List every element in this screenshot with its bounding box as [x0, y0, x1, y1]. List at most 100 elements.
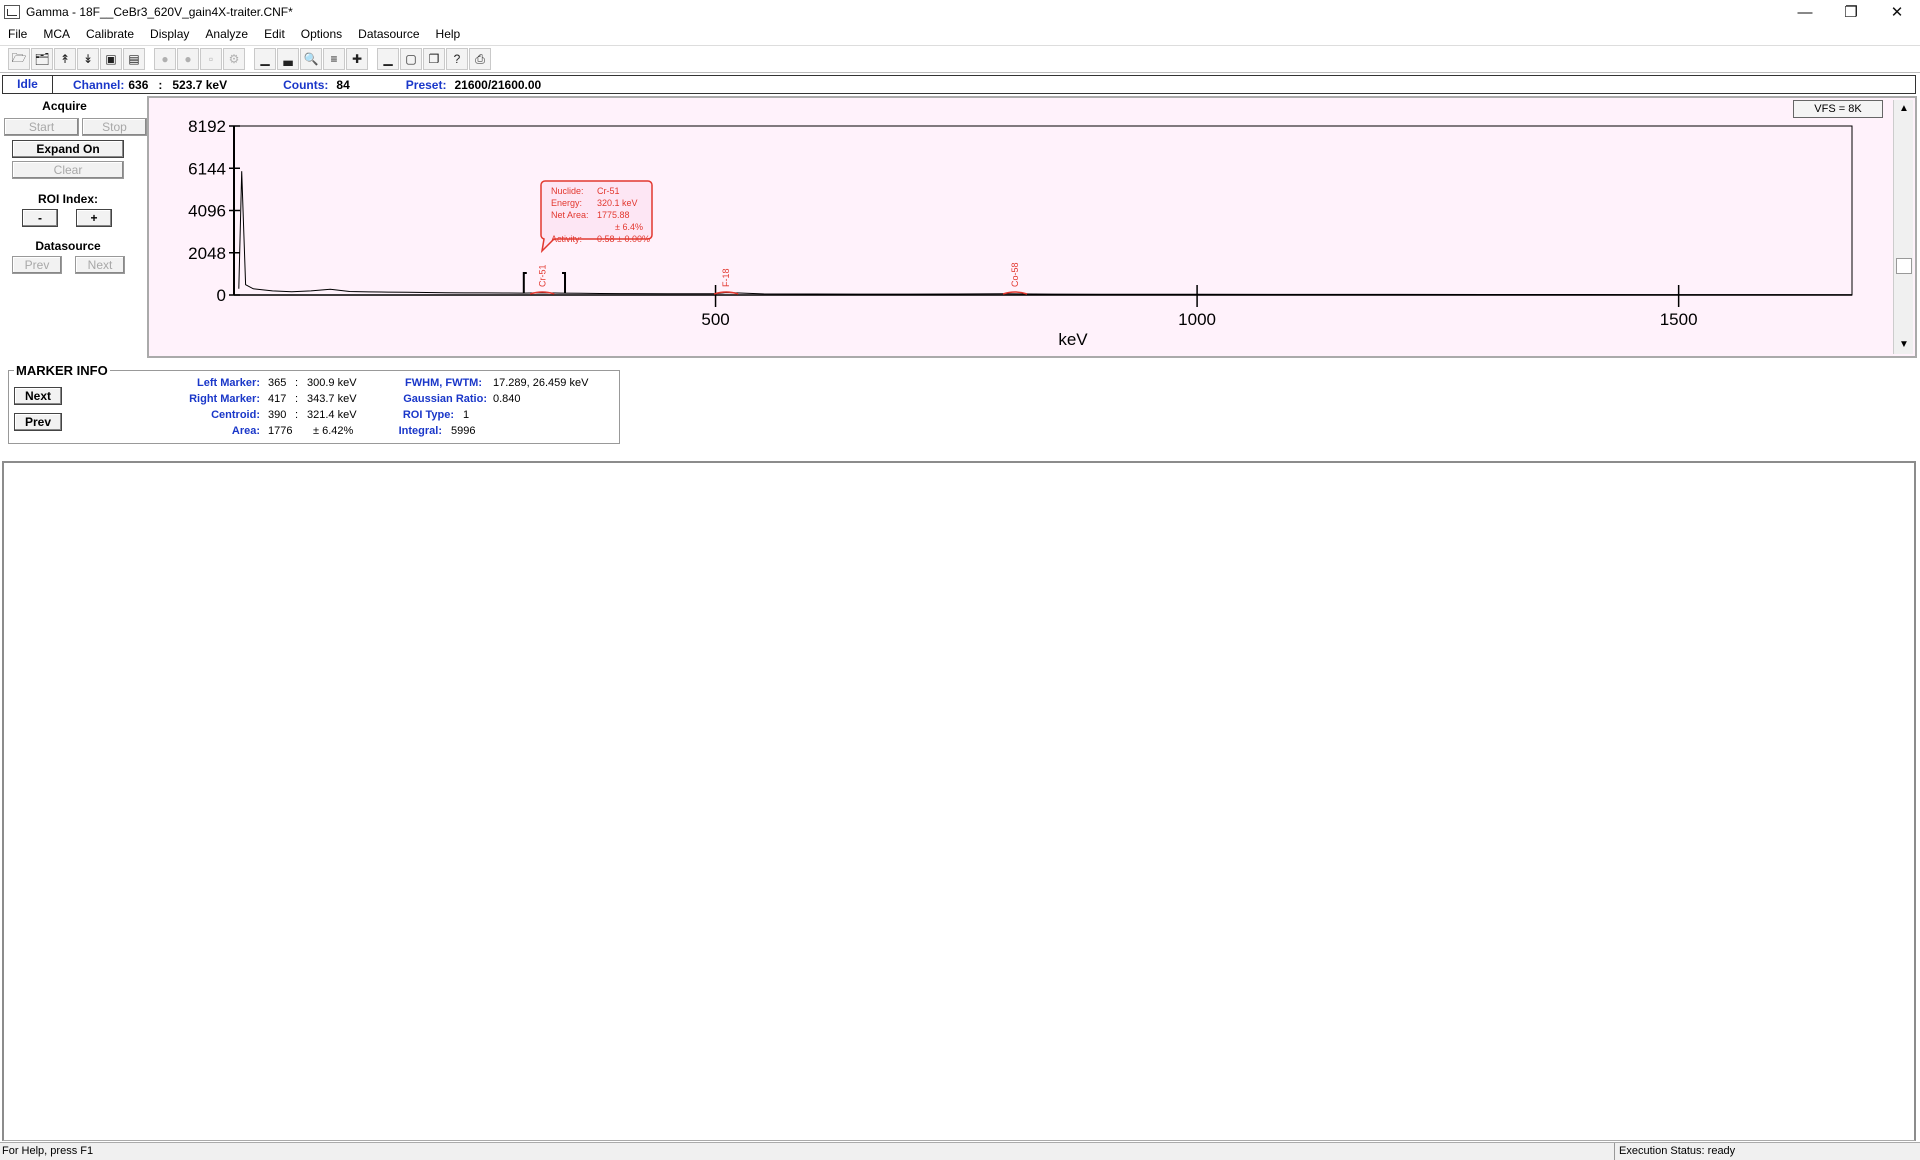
channel-energy: 523.7 keV — [172, 77, 228, 92]
scroll-up-icon[interactable]: ▲ — [1897, 102, 1911, 116]
roi-type-value: 1 — [463, 409, 470, 421]
centroid-label: Centroid: — [211, 409, 260, 421]
start-button[interactable]: Start — [4, 118, 79, 136]
expand-on-button[interactable]: Expand On — [12, 140, 124, 158]
status-bar: For Help, press F1 Execution Status: rea… — [0, 1142, 1920, 1160]
menu-analyze[interactable]: Analyze — [197, 27, 256, 41]
preset-label: Preset: — [405, 77, 447, 92]
spectrum-lin-icon[interactable]: ▁ — [254, 48, 276, 70]
menu-datasource[interactable]: Datasource — [350, 27, 427, 41]
peak-label: F-18 — [721, 268, 731, 287]
view-minimize-icon[interactable]: ▁ — [377, 48, 399, 70]
area-label: Area: — [231, 425, 260, 437]
centroid-energy: 321.4 keV — [307, 409, 357, 421]
open-folder-icon[interactable]: 🗂 — [31, 48, 53, 70]
area-value: 1776 — [268, 425, 293, 437]
start-acq-icon[interactable]: ● — [154, 48, 176, 70]
menu-help[interactable]: Help — [428, 27, 469, 41]
right-marker-label: Right Marker: — [189, 393, 260, 405]
integral-value: 5996 — [451, 425, 476, 437]
view-maximize-icon[interactable]: ▢ — [400, 48, 422, 70]
roi-next-button[interactable]: + — [76, 209, 112, 227]
view-tile-icon[interactable]: ❐ — [423, 48, 445, 70]
plot-frame — [233, 125, 1853, 296]
y-tick-label: 4096 — [188, 202, 226, 221]
menu-options[interactable]: Options — [293, 27, 350, 41]
datasource-next-button[interactable]: Next — [75, 256, 125, 274]
left-marker-channel: 365 — [268, 377, 287, 389]
status-idle: Idle — [3, 76, 53, 93]
report-icon[interactable]: ▤ — [123, 48, 145, 70]
restore-icon[interactable]: ❐ — [1828, 0, 1874, 24]
stop-button[interactable]: Stop — [82, 118, 147, 136]
tooltip-label: Activity: — [551, 234, 582, 244]
scroll-down-icon[interactable]: ▼ — [1897, 338, 1911, 352]
vertical-scale-scrollbar[interactable]: ▲ ▼ — [1893, 100, 1913, 354]
spectrum-series-line — [238, 171, 1853, 296]
preset-icon[interactable]: ⚙ — [223, 48, 245, 70]
tooltip-value: 1775.88 — [597, 210, 630, 220]
marker-prev-button[interactable]: Prev — [14, 413, 62, 431]
toolbar: 🗁 🗂 ↟ ↡ ▣ ▤ ● ● ▫ ⚙ ▁ ▃ 🔍 ≡ ✚ ▁ ▢ ❐ ? ⎙ — [0, 45, 1920, 73]
spectrum-plot[interactable]: 0 2048 4096 6144 8192 500 1000 1500 keV Cr-51 F-18… — [147, 96, 1892, 358]
x-tick-label: 500 — [701, 310, 729, 329]
spectrum-log-icon[interactable]: ▃ — [277, 48, 299, 70]
counts-label: Counts: — [283, 77, 329, 92]
datasource-prev-button[interactable]: Prev — [12, 256, 62, 274]
right-marker-energy: 343.7 keV — [307, 393, 357, 405]
fwhm-label: FWHM, FWTM: — [405, 377, 482, 389]
gaussian-ratio-value: 0.840 — [493, 393, 521, 405]
vfs-indicator[interactable]: VFS = 8K — [1793, 100, 1883, 118]
menu-calibrate[interactable]: Calibrate — [78, 27, 142, 41]
y-tick-label: 8192 — [188, 117, 226, 136]
close-icon[interactable]: ✕ — [1874, 0, 1920, 24]
window-controls: — ❐ ✕ — [1782, 0, 1920, 24]
menu-edit[interactable]: Edit — [256, 27, 293, 41]
zoom-icon[interactable]: 🔍 — [300, 48, 322, 70]
tooltip-value: Cr-51 — [597, 186, 620, 196]
compare-icon[interactable]: ≡ — [323, 48, 345, 70]
tooltip-value: 0.58 ± 0.00% — [597, 234, 650, 244]
marker-next-button[interactable]: Next — [14, 387, 62, 405]
peak-label: Co-58 — [1010, 262, 1020, 287]
tooltip-value: 320.1 keV — [597, 198, 638, 208]
help-icon[interactable]: ? — [446, 48, 468, 70]
menu-file[interactable]: File — [0, 27, 35, 41]
acquire-title: Acquire — [42, 99, 87, 113]
right-marker-sep: : — [295, 393, 299, 405]
print-icon[interactable]: ⎙ — [469, 48, 491, 70]
save-icon[interactable]: ▣ — [100, 48, 122, 70]
cursor-icon[interactable]: ✚ — [346, 48, 368, 70]
scroll-thumb[interactable] — [1896, 258, 1912, 274]
preset-value: 21600/21600.00 — [454, 77, 542, 92]
menu-mca[interactable]: MCA — [35, 27, 78, 41]
report-window[interactable] — [2, 461, 1916, 1141]
marker-info-title: MARKER INFO — [14, 363, 110, 378]
left-marker-label: Left Marker: — [197, 377, 260, 389]
roi-prev-button[interactable]: - — [22, 209, 58, 227]
right-marker-channel: 417 — [268, 393, 287, 405]
menu-display[interactable]: Display — [142, 27, 197, 41]
open-icon[interactable]: 🗁 — [8, 48, 30, 70]
channel-label: Channel: — [73, 77, 125, 92]
area-uncertainty: ± 6.42% — [313, 425, 354, 437]
x-tick-label: 1000 — [1178, 310, 1216, 329]
app-icon — [4, 5, 20, 19]
centroid-channel: 390 — [268, 409, 287, 421]
channel-value: 636 — [128, 77, 149, 92]
y-tick-label: 6144 — [188, 159, 226, 178]
tooltip-value: ± 6.4% — [615, 222, 643, 232]
title-bar: Gamma - 18F__CeBr3_620V_gain4X-traiter.C… — [0, 0, 1920, 24]
roi-type-label: ROI Type: — [402, 409, 454, 421]
clear-icon[interactable]: ▫ — [200, 48, 222, 70]
clear-button[interactable]: Clear — [12, 161, 124, 179]
minimize-icon[interactable]: — — [1782, 0, 1828, 24]
y-tick-label: 0 — [217, 286, 226, 305]
acquire-panel: Acquire Start Stop Expand On Clear ROI I… — [2, 95, 147, 360]
stop-acq-icon[interactable]: ● — [177, 48, 199, 70]
load-top-icon[interactable]: ↟ — [54, 48, 76, 70]
menu-bar: File MCA Calibrate Display Analyze Edit … — [0, 24, 1920, 44]
right-marker — [562, 272, 567, 293]
tooltip-label: Nuclide: — [551, 186, 584, 196]
load-bottom-icon[interactable]: ↡ — [77, 48, 99, 70]
